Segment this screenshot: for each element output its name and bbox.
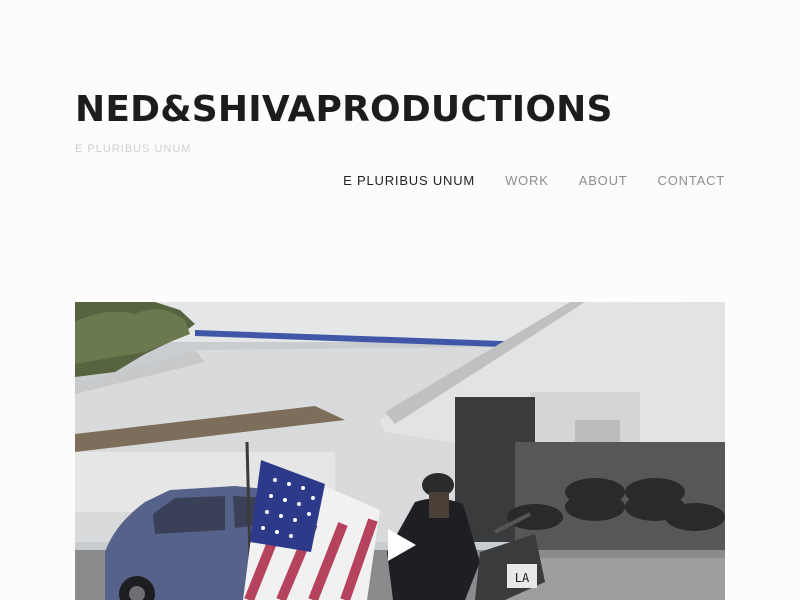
play-button[interactable] <box>380 525 420 565</box>
nav-item-work[interactable]: WORK <box>505 173 549 188</box>
play-icon <box>388 529 416 561</box>
nav-item-e-pluribus-unum[interactable]: E PLURIBUS UNUM <box>343 173 475 188</box>
nav-item-contact[interactable]: CONTACT <box>658 173 725 188</box>
site-title[interactable]: NED&SHIVAPRODUCTIONS <box>75 86 613 134</box>
page: NED&SHIVAPRODUCTIONS E PLURIBUS UNUM E P… <box>0 0 800 600</box>
svg-text:LA: LA <box>515 571 530 585</box>
video-player[interactable]: LA <box>75 302 725 600</box>
site-tagline: E PLURIBUS UNUM <box>75 143 192 155</box>
main-nav: E PLURIBUS UNUM WORK ABOUT CONTACT <box>343 173 725 188</box>
nav-item-about[interactable]: ABOUT <box>579 173 628 188</box>
